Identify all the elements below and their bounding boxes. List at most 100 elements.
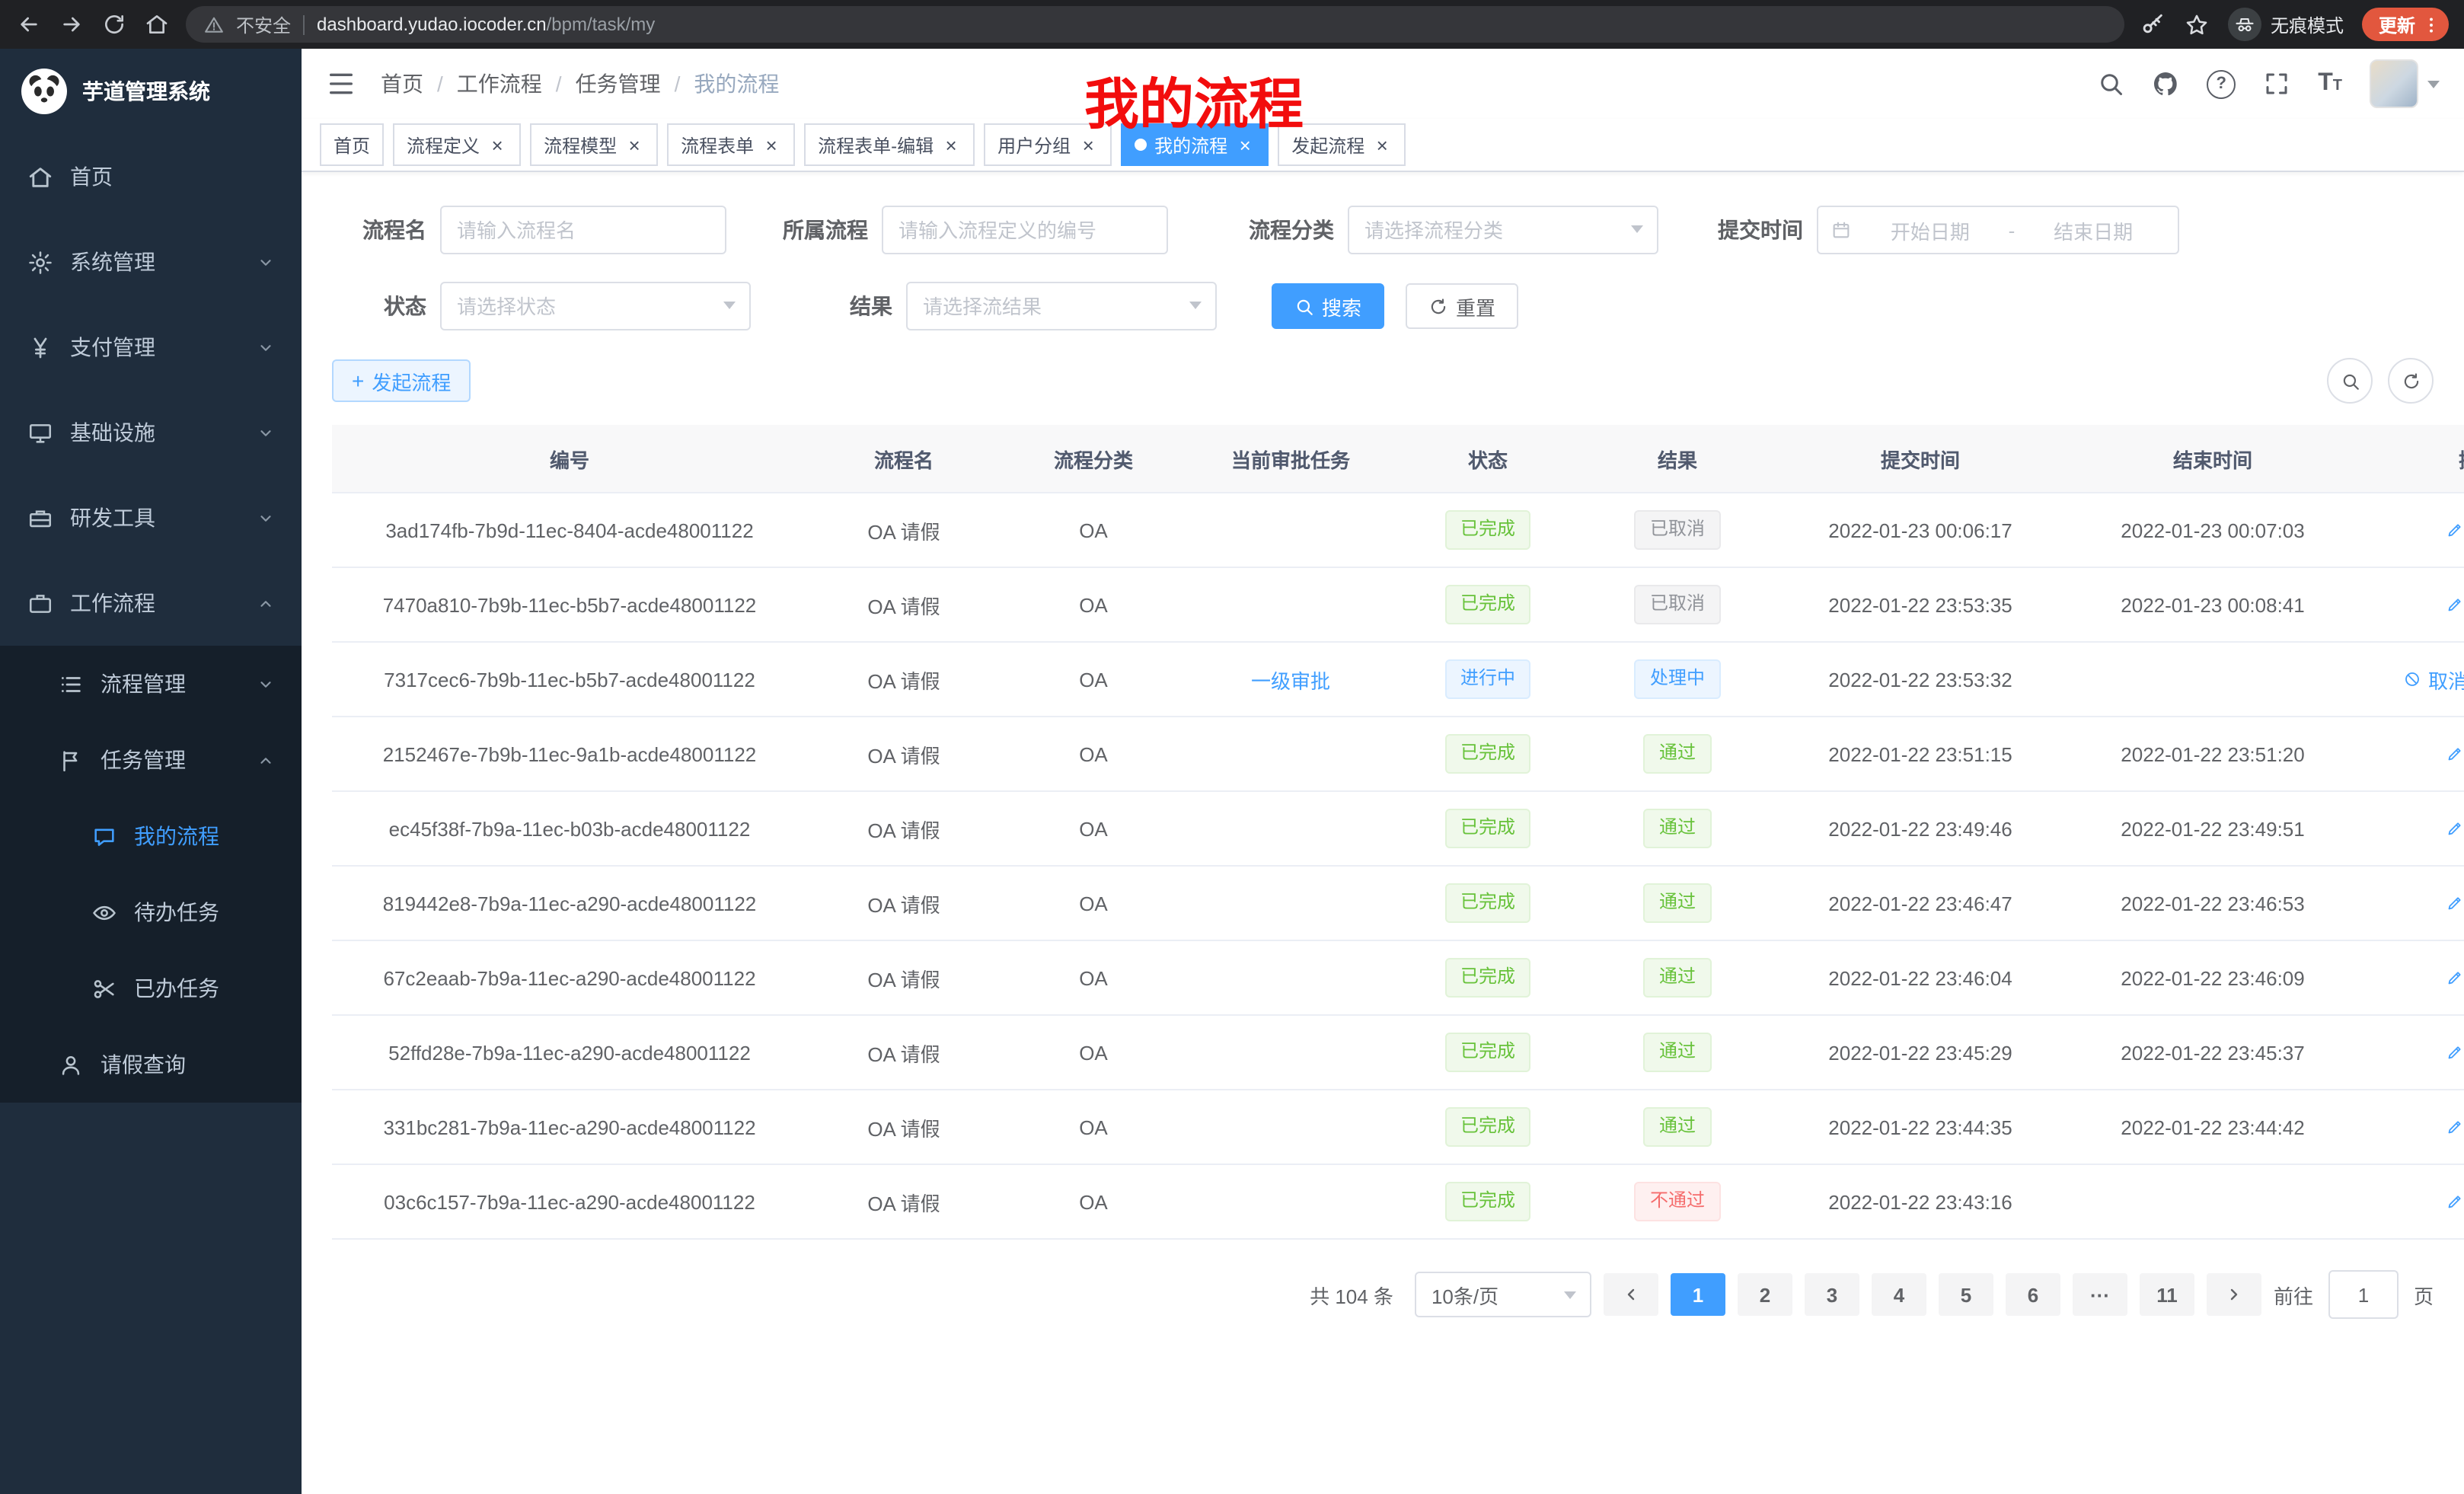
fullscreen-icon[interactable] [2263,70,2290,97]
pencil-icon [2446,969,2464,987]
avatar[interactable] [2370,59,2418,108]
tab-home[interactable]: 首页 [320,123,384,166]
cell-category: OA [1001,493,1186,567]
address-bar[interactable]: 不安全 dashboard.yudao.iocoder.cn/bpm/task/… [186,6,2124,43]
page-ellipsis[interactable]: ··· [2073,1273,2127,1316]
github-icon[interactable] [2152,70,2179,97]
detail-link[interactable]: 详情 [2446,1187,2464,1216]
start-process-button[interactable]: 发起流程 [332,359,471,402]
page-button-3[interactable]: 3 [1805,1273,1859,1316]
table-row: ec45f38f-7b9a-11ec-b03b-acde48001122 OA … [332,791,2464,866]
next-page-button[interactable] [2207,1273,2261,1316]
page-button-11[interactable]: 11 [2140,1273,2194,1316]
close-tab-icon[interactable] [624,135,644,155]
sidebar-item-my-process[interactable]: 我的流程 [0,798,302,874]
prev-page-button[interactable] [1604,1273,1658,1316]
breadcrumb-item[interactable]: 任务管理 [576,69,661,99]
page-button-5[interactable]: 5 [1939,1273,1993,1316]
detail-link[interactable]: 详情 [2446,1113,2464,1141]
cell-submit-time: 2022-01-22 23:53:35 [1774,567,2067,642]
update-button[interactable]: 更新 [2362,8,2449,41]
detail-link[interactable]: 详情 [2446,590,2464,619]
result-badge: 通过 [1644,883,1711,923]
incognito-icon [2228,8,2261,41]
close-tab-icon[interactable] [1372,135,1392,155]
page-button-6[interactable]: 6 [2006,1273,2060,1316]
forward-button[interactable] [58,11,85,38]
parent-process-input[interactable] [882,206,1168,254]
close-tab-icon[interactable] [941,135,961,155]
page-button-2[interactable]: 2 [1738,1273,1792,1316]
help-icon[interactable] [2207,69,2236,98]
key-icon[interactable] [2140,11,2166,37]
back-button[interactable] [15,11,43,38]
pencil-icon [2446,894,2464,912]
start-date-placeholder[interactable]: 开始日期 [1858,215,2003,244]
breadcrumb-separator: / [556,72,562,96]
close-tab-icon[interactable] [761,135,781,155]
process-name-input[interactable] [440,206,726,254]
tab-process-form-edit[interactable]: 流程表单-编辑 [804,123,975,166]
sidebar-item-label: 已办任务 [134,973,219,1004]
detail-link[interactable]: 详情 [2446,814,2464,843]
sidebar: 芋道管理系统 首页 系统管理 支付管理 基础设施 [0,49,302,1494]
browser-menu-dots-icon[interactable] [2421,14,2441,34]
security-label[interactable]: 不安全 [236,11,291,37]
warning-icon [204,14,224,34]
date-range-separator: - [2009,219,2016,241]
incognito-badge[interactable]: 无痕模式 [2228,8,2344,41]
close-tab-icon[interactable] [487,135,507,155]
sidebar-item-label: 系统管理 [70,247,155,277]
breadcrumb-item[interactable]: 首页 [381,69,423,99]
tab-process-definition[interactable]: 流程定义 [393,123,521,166]
sidebar-item-infrastructure[interactable]: 基础设施 [0,390,302,475]
sidebar-item-process-management[interactable]: 流程管理 [0,646,302,722]
pencil-icon [2446,521,2464,539]
sidebar-item-home[interactable]: 首页 [0,134,302,219]
detail-link[interactable]: 详情 [2446,889,2464,918]
home-button[interactable] [143,11,171,38]
category-select[interactable] [1348,206,1658,254]
result-select[interactable] [906,282,1217,330]
url-text[interactable]: dashboard.yudao.iocoder.cn/bpm/task/my [317,14,655,35]
sidebar-item-leave-query[interactable]: 请假查询 [0,1026,302,1103]
reset-button[interactable]: 重置 [1406,283,1518,329]
goto-page-input[interactable] [2328,1270,2399,1319]
toggle-search-button[interactable] [2327,358,2373,404]
app-logo[interactable]: 芋道管理系统 [0,49,302,134]
search-button[interactable]: 搜索 [1272,283,1384,329]
sidebar-item-payment-management[interactable]: 支付管理 [0,305,302,390]
sidebar-item-system-management[interactable]: 系统管理 [0,219,302,305]
submit-time-range-picker[interactable]: 开始日期 - 结束日期 [1817,206,2179,254]
search-icon[interactable] [2097,70,2124,97]
font-size-icon[interactable] [2318,72,2342,96]
tab-process-model[interactable]: 流程模型 [530,123,658,166]
detail-link[interactable]: 详情 [2446,1038,2464,1067]
page-button-1[interactable]: 1 [1671,1273,1725,1316]
user-menu[interactable] [2370,59,2440,108]
end-date-placeholder[interactable]: 结束日期 [2021,215,2166,244]
cancel-link[interactable]: 取消 [2404,665,2464,694]
sidebar-item-dev-tools[interactable]: 研发工具 [0,475,302,560]
current-task-link[interactable]: 一级审批 [1251,669,1330,692]
detail-link[interactable]: 详情 [2446,516,2464,544]
page-button-4[interactable]: 4 [1872,1273,1926,1316]
sidebar-item-workflow[interactable]: 工作流程 [0,560,302,646]
sidebar-toggle-icon[interactable] [326,69,356,99]
detail-link[interactable]: 详情 [2446,739,2464,768]
bookmark-star-icon[interactable] [2184,11,2210,37]
detail-link[interactable]: 详情 [2446,963,2464,992]
breadcrumb-item[interactable]: 工作流程 [457,69,542,99]
breadcrumb-current: 我的流程 [694,69,779,99]
sidebar-item-task-management[interactable]: 任务管理 [0,722,302,798]
tab-process-form[interactable]: 流程表单 [667,123,795,166]
pencil-icon [2446,1118,2464,1136]
reload-button[interactable] [101,11,128,38]
cell-result: 通过 [1581,791,1774,866]
page-size-select[interactable]: 10条/页 [1415,1272,1591,1317]
sidebar-item-done-tasks[interactable]: 已办任务 [0,950,302,1026]
status-select[interactable] [440,282,751,330]
refresh-table-button[interactable] [2388,358,2434,404]
cell-end-time: 2022-01-23 00:08:41 [2067,567,2359,642]
sidebar-item-todo-tasks[interactable]: 待办任务 [0,874,302,950]
